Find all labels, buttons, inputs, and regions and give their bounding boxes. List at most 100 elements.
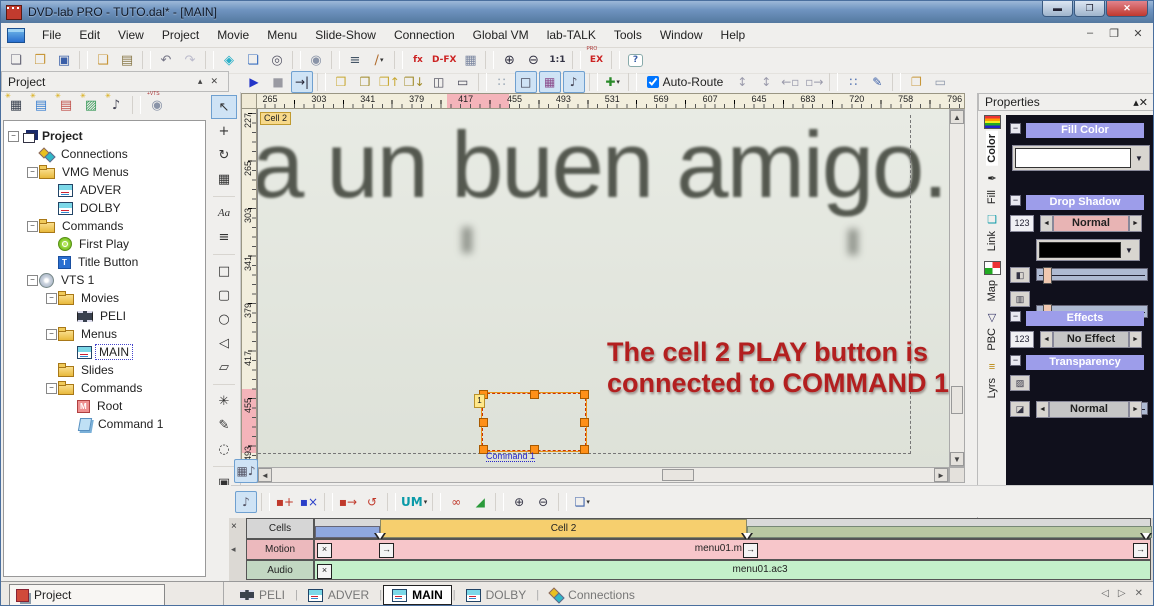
connections-view-icon[interactable]: ◈ <box>218 49 240 71</box>
tree-item-menus[interactable]: − Menus <box>4 325 205 343</box>
menu-lab-talk[interactable]: lab-TALK <box>538 25 605 45</box>
properties-tab-map[interactable]: Map <box>983 260 1001 304</box>
tree-item-title-button[interactable]: Title Button <box>4 253 205 271</box>
auto-route-checkbox[interactable] <box>646 76 659 88</box>
tab-adver[interactable]: ADVER <box>299 585 378 605</box>
scroll-left-icon[interactable]: ◄ <box>258 468 272 482</box>
close-button[interactable]: ✕ <box>1106 1 1148 17</box>
add-vmg-menu-icon[interactable]: ▤ ✳ <box>55 93 77 116</box>
save-file-icon[interactable]: ▣ <box>53 49 75 71</box>
restore-button[interactable]: ❐ <box>1074 1 1105 17</box>
tab-connections[interactable]: Connections <box>540 585 644 605</box>
cell-preview-icon[interactable]: →| <box>291 71 313 93</box>
show-audio-icon[interactable]: ♪ <box>562 71 585 93</box>
order-down-icon[interactable]: ❒↓ <box>403 71 426 93</box>
menu-tools[interactable]: Tools <box>605 25 651 45</box>
link-right-icon[interactable]: ▫→ <box>803 71 825 93</box>
shadow-prev-icon[interactable]: ◄ <box>1040 215 1053 232</box>
fx-icon[interactable]: fx <box>407 49 429 71</box>
cell-3-segment[interactable] <box>747 526 1152 538</box>
tree-item-vmg-menus[interactable]: − VMG Menus <box>4 163 205 181</box>
show-video-icon[interactable]: ▦ <box>538 71 561 93</box>
tree-item-slides[interactable]: Slides <box>4 361 205 379</box>
menu-global-vm[interactable]: Global VM <box>464 25 538 45</box>
horizontal-scrollbar[interactable]: ◄ ► <box>257 467 949 483</box>
undo-icon[interactable]: ↶ <box>155 49 177 71</box>
vertical-scrollbar[interactable]: ▲ ▼ <box>949 109 965 467</box>
properties-tab-color[interactable]: Color <box>983 115 1001 166</box>
expand-minus-icon[interactable]: − <box>27 220 38 232</box>
space-vertical2-icon[interactable]: ↕ <box>755 71 777 93</box>
copy-icon[interactable]: ❑ <box>92 49 114 71</box>
tab-main[interactable]: MAIN <box>383 585 452 605</box>
add-chapter-icon[interactable]: ▪+ <box>274 491 296 513</box>
wizard-icon[interactable]: ∕ ▾ <box>368 49 390 71</box>
properties-tab-pbc[interactable]: ▽ PBC <box>985 311 1000 354</box>
pro-ex-icon[interactable]: EX PRO <box>585 46 607 71</box>
vertical-scroll-thumb[interactable] <box>951 386 963 414</box>
pen-tool[interactable]: ✎ <box>211 413 237 437</box>
panel-collapse-icon[interactable]: ▴ <box>194 76 207 87</box>
properties-tab-link[interactable]: ❑ Link <box>985 214 1000 254</box>
dropdown-arrow-icon[interactable]: ▼ <box>1131 154 1147 163</box>
audio-row-label[interactable]: Audio <box>246 560 314 580</box>
rounded-rectangle-tool[interactable]: ▢ <box>211 283 237 307</box>
tree-item-dolby[interactable]: DOLBY <box>4 199 205 217</box>
center-horizontal-icon[interactable]: ◫ <box>428 71 450 93</box>
remove-motion-icon[interactable]: × <box>317 543 332 558</box>
textbox-tool[interactable]: ≡ <box>211 225 237 249</box>
shadow-next-icon[interactable]: ► <box>1129 215 1142 232</box>
tree-item-movies[interactable]: − Movies <box>4 289 205 307</box>
expand-minus-icon[interactable]: − <box>8 130 19 142</box>
tree-item-adver[interactable]: ADVER <box>4 181 205 199</box>
zoom-in-icon[interactable]: ⊕ <box>498 49 520 71</box>
rotate-tool[interactable]: ↻ <box>211 143 237 167</box>
selected-button-frame[interactable] <box>479 390 589 454</box>
motion-row-label[interactable]: Motion <box>246 539 314 560</box>
cells-row-label[interactable]: Cells <box>246 518 314 539</box>
resize-handle[interactable] <box>580 418 589 427</box>
menu-menu[interactable]: Menu <box>258 25 306 45</box>
tl-preview-icon[interactable]: ♪ <box>235 490 257 513</box>
expand-minus-icon[interactable]: − <box>46 328 57 340</box>
motion-marker-icon[interactable]: → <box>1133 543 1148 558</box>
script-list-icon[interactable]: ≡ <box>344 49 366 71</box>
space-vertical-icon[interactable]: ↕ <box>731 71 753 93</box>
motion-track[interactable]: × → menu01.m → → <box>314 539 1151 560</box>
shadow-offset-slider[interactable] <box>1036 267 1148 284</box>
scroll-down-icon[interactable]: ▼ <box>950 452 964 466</box>
help-icon[interactable]: ? <box>624 49 646 71</box>
document-icon[interactable] <box>7 27 25 43</box>
cell-1-segment[interactable] <box>315 526 380 538</box>
resize-handle[interactable] <box>530 390 539 399</box>
route-node-icon[interactable]: ✚ ▾ <box>602 71 624 93</box>
infinite-still-icon[interactable]: ∞ <box>445 491 467 513</box>
collapse-section-icon[interactable]: − <box>1010 195 1021 206</box>
loop-icon[interactable]: ↺ <box>361 491 383 513</box>
remove-audio-icon[interactable]: × <box>317 564 332 579</box>
find-in-movie-icon[interactable]: ◎ <box>266 49 288 71</box>
motion-marker-icon[interactable]: → <box>379 543 394 558</box>
frame-tool[interactable]: ▱ <box>211 355 237 379</box>
play-after-icon[interactable]: ◢ <box>469 491 491 513</box>
add-slideshow-icon[interactable]: ▨ ✳ <box>80 93 102 116</box>
snap-icon[interactable]: □ <box>514 71 537 93</box>
add-menu-icon[interactable]: ▤ ✳ <box>30 93 52 116</box>
preview-stop-icon[interactable]: ■ <box>267 71 289 93</box>
zoom-1to1-icon[interactable]: 1:1 <box>546 49 568 71</box>
effect-tool[interactable]: ✳ <box>211 389 237 413</box>
horizontal-scroll-thumb[interactable] <box>662 469 694 481</box>
delete-chapter-icon[interactable]: ▪× <box>298 491 320 513</box>
minimize-button[interactable]: ▬ <box>1042 1 1073 17</box>
new-file-icon[interactable]: ❏ <box>5 49 27 71</box>
tab-next-icon[interactable]: ▷ <box>1118 588 1126 599</box>
tl-copy-icon[interactable]: ❑ ▾ <box>571 491 593 513</box>
d-fx-icon[interactable]: D-FX <box>431 49 457 71</box>
shadow-numeric-button[interactable]: 123 <box>1010 215 1034 232</box>
cell-2-segment[interactable]: Cell 2 <box>380 519 747 538</box>
tree-item-main[interactable]: MAIN <box>4 343 205 361</box>
dropdown-arrow-icon[interactable]: ▼ <box>1121 246 1137 255</box>
compile-disc-icon[interactable]: ◉ <box>305 49 327 71</box>
project-bottom-tab[interactable]: Project <box>9 584 165 605</box>
open-menu-icon[interactable]: ❐ <box>905 71 927 93</box>
